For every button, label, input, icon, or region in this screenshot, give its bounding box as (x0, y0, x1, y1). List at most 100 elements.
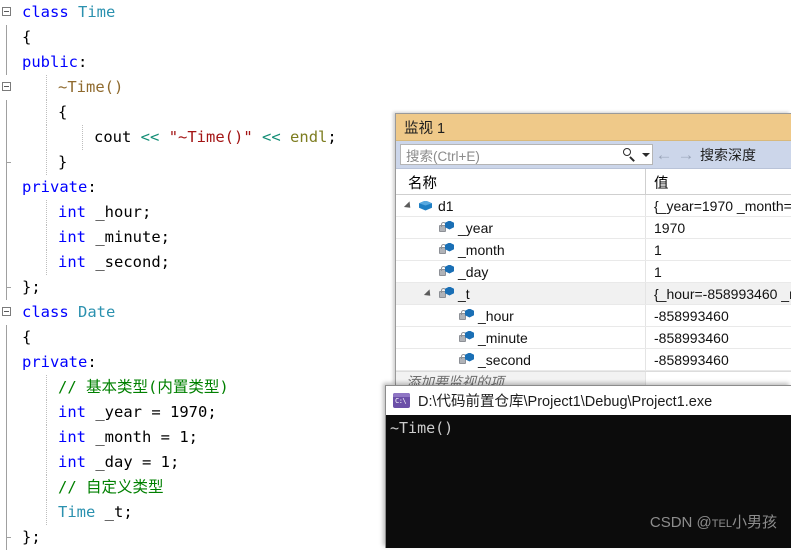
search-icon[interactable] (620, 145, 640, 164)
collapse-guide-line (6, 275, 11, 300)
collapse-guide-line (6, 425, 7, 450)
expand-triangle-icon[interactable] (402, 195, 418, 216)
collapse-toggle-icon[interactable] (2, 82, 11, 91)
field-icon (438, 220, 454, 236)
collapse-guide-line (6, 350, 7, 375)
watch-row-name: d1 (438, 197, 454, 214)
code-text: int _hour; (58, 203, 151, 221)
code-token: class (22, 3, 69, 21)
code-text: int _minute; (58, 228, 170, 246)
expand-triangle-icon[interactable] (422, 283, 438, 304)
code-token: } (58, 153, 68, 171)
console-titlebar[interactable]: D:\代码前置仓库\Project1\Debug\Project1.exe (386, 386, 791, 415)
watch-window[interactable]: 监视 1 搜索(Ctrl+E) ← → 搜索深度 名称 值 d1 {_year=1… (395, 113, 791, 392)
code-line[interactable]: class Time (0, 0, 791, 25)
indent-guide (46, 150, 47, 175)
forward-arrow-icon[interactable]: → (675, 144, 697, 166)
field-icon (458, 308, 474, 324)
console-window[interactable]: D:\代码前置仓库\Project1\Debug\Project1.exe ~T… (385, 385, 791, 548)
collapse-guide-line (6, 325, 7, 350)
watch-row-name-cell[interactable]: _minute (396, 327, 646, 348)
watch-row-value[interactable]: -858993460 (646, 308, 791, 324)
code-token: _second; (86, 253, 170, 271)
watch-row[interactable]: _minute -858993460 (396, 327, 791, 349)
indent-guide (46, 500, 47, 525)
indent-guide (46, 375, 47, 400)
watch-row[interactable]: _day 1 (396, 261, 791, 283)
watch-row-value[interactable]: 1 (646, 264, 791, 280)
collapse-guide-line (6, 175, 7, 200)
watch-row-value[interactable]: -858993460 (646, 330, 791, 346)
object-icon (418, 198, 434, 214)
code-text: int _second; (58, 253, 170, 271)
watch-table-body[interactable]: d1 {_year=1970 _month= _year 1970 _month 1 _da… (396, 195, 791, 371)
code-text: private: (22, 178, 97, 196)
watch-row-name-cell[interactable]: _t (396, 283, 646, 304)
field-icon (438, 242, 454, 258)
watch-row-value[interactable]: {_hour=-858993460 _m (646, 286, 791, 302)
search-input[interactable]: 搜索(Ctrl+E) (401, 145, 620, 165)
code-line[interactable]: { (0, 25, 791, 50)
watch-row[interactable]: _month 1 (396, 239, 791, 261)
column-header-name[interactable]: 名称 (396, 169, 646, 194)
watch-row-name-cell[interactable]: _year (396, 217, 646, 238)
watch-row-name: _hour (478, 307, 514, 324)
chevron-down-icon[interactable] (640, 145, 652, 164)
code-token: << (262, 128, 281, 146)
code-token: 1970 (170, 403, 208, 421)
watch-row-name: _day (458, 263, 489, 280)
watch-row[interactable]: _year 1970 (396, 217, 791, 239)
cmd-icon (393, 393, 410, 408)
back-arrow-icon[interactable]: ← (653, 144, 675, 166)
watch-row-value[interactable]: 1 (646, 242, 791, 258)
code-line[interactable]: public: (0, 50, 791, 75)
code-line[interactable]: ~Time() (0, 75, 791, 100)
watch-row-value[interactable]: {_year=1970 _month= (646, 198, 791, 214)
search-depth-label: 搜索深度 (700, 146, 756, 163)
code-token: : (87, 353, 97, 371)
watch-row[interactable]: _hour -858993460 (396, 305, 791, 327)
indent-guide (46, 125, 47, 150)
collapse-toggle-icon[interactable] (2, 7, 11, 16)
collapse-guide-line (6, 250, 7, 275)
watch-row-name-cell[interactable]: _month (396, 239, 646, 260)
code-token: int (58, 428, 86, 446)
watch-row-name-cell[interactable]: d1 (396, 195, 646, 216)
code-token: Time (58, 503, 96, 521)
collapse-guide-line (6, 200, 7, 225)
watch-window-titlebar[interactable]: 监视 1 (396, 114, 791, 141)
watch-toolbar[interactable]: 搜索(Ctrl+E) ← → 搜索深度 (396, 141, 791, 169)
watch-row-value[interactable]: 1970 (646, 220, 791, 236)
watch-row-name: _month (458, 241, 505, 258)
code-token: private (22, 353, 88, 371)
watch-row-name-cell[interactable]: _second (396, 349, 646, 370)
watermark-prefix: CSDN @ (649, 514, 712, 531)
watch-row[interactable]: _second -858993460 (396, 349, 791, 371)
watch-row[interactable]: d1 {_year=1970 _month= (396, 195, 791, 217)
code-text: // 自定义类型 (58, 478, 164, 496)
watch-row-name: _t (458, 285, 470, 302)
code-token: _t; (95, 503, 133, 521)
watch-search-box[interactable]: 搜索(Ctrl+E) (400, 144, 653, 165)
collapse-guide-line (6, 375, 7, 400)
column-header-value[interactable]: 值 (646, 169, 791, 194)
indent-guide (46, 200, 47, 225)
watch-row-name: _second (478, 351, 531, 368)
watch-row-name-cell[interactable]: _day (396, 261, 646, 282)
code-text: } (58, 153, 67, 171)
watch-row[interactable]: _t {_hour=-858993460 _m (396, 283, 791, 305)
indent-guide (46, 475, 47, 500)
code-token: { (22, 328, 32, 346)
watch-row-value[interactable]: -858993460 (646, 352, 791, 368)
collapse-toggle-icon[interactable] (2, 307, 11, 316)
code-token: class (22, 303, 69, 321)
watch-row-name-cell[interactable]: _hour (396, 305, 646, 326)
console-output-area[interactable]: ~Time() CSDN @TEL小男孩 (386, 415, 791, 550)
indent-guide (46, 425, 47, 450)
code-token: int (58, 403, 86, 421)
code-text: // 基本类型(内置类型) (58, 378, 229, 396)
code-text: { (22, 328, 31, 346)
watermark: CSDN @TEL小男孩 (650, 511, 777, 536)
